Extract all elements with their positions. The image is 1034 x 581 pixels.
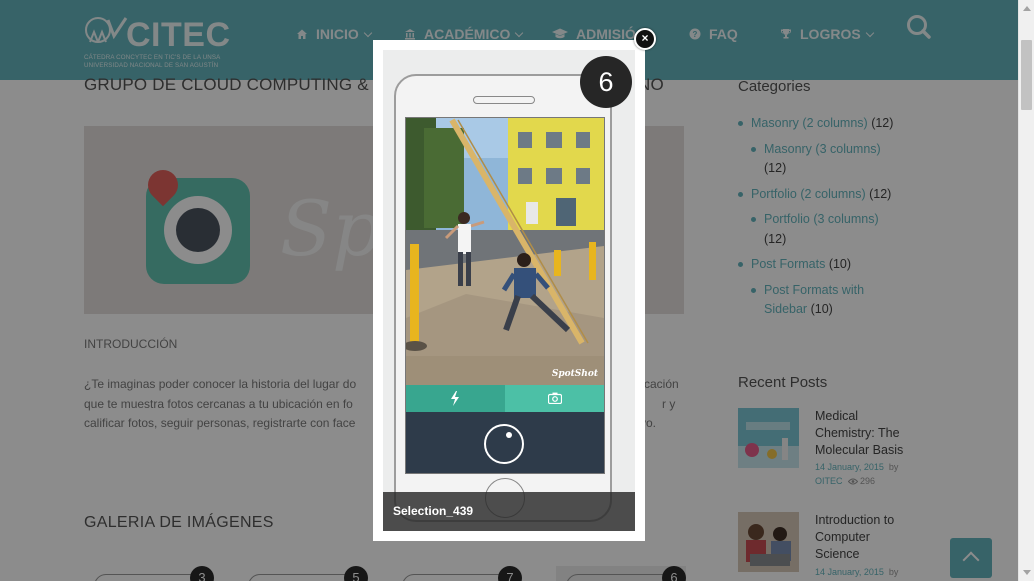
close-icon[interactable]: × xyxy=(634,28,656,50)
lightbox-image[interactable]: SpotShot 6 xyxy=(383,50,635,531)
scroll-down-icon[interactable] xyxy=(1023,570,1031,575)
flash-button xyxy=(406,385,505,412)
phone-screen: SpotShot xyxy=(405,117,605,474)
lightbox-caption: Selection_439 xyxy=(383,492,635,531)
phone-speaker xyxy=(473,96,535,104)
camera-switch-icon xyxy=(548,392,562,404)
switch-camera-button xyxy=(505,385,604,412)
flash-icon xyxy=(451,391,459,406)
shutter-button xyxy=(484,424,524,464)
scroll-up-icon[interactable] xyxy=(1023,6,1031,11)
page-scrollbar[interactable] xyxy=(1018,0,1034,581)
phone-frame: SpotShot xyxy=(394,74,612,522)
app-toolbar xyxy=(406,385,604,412)
lightbox: SpotShot 6 Selection_439 xyxy=(373,40,645,541)
image-number-badge: 6 xyxy=(580,56,632,108)
scrollbar-thumb[interactable] xyxy=(1021,40,1032,110)
app-photo xyxy=(406,118,604,385)
spotshot-watermark: SpotShot xyxy=(551,369,598,379)
